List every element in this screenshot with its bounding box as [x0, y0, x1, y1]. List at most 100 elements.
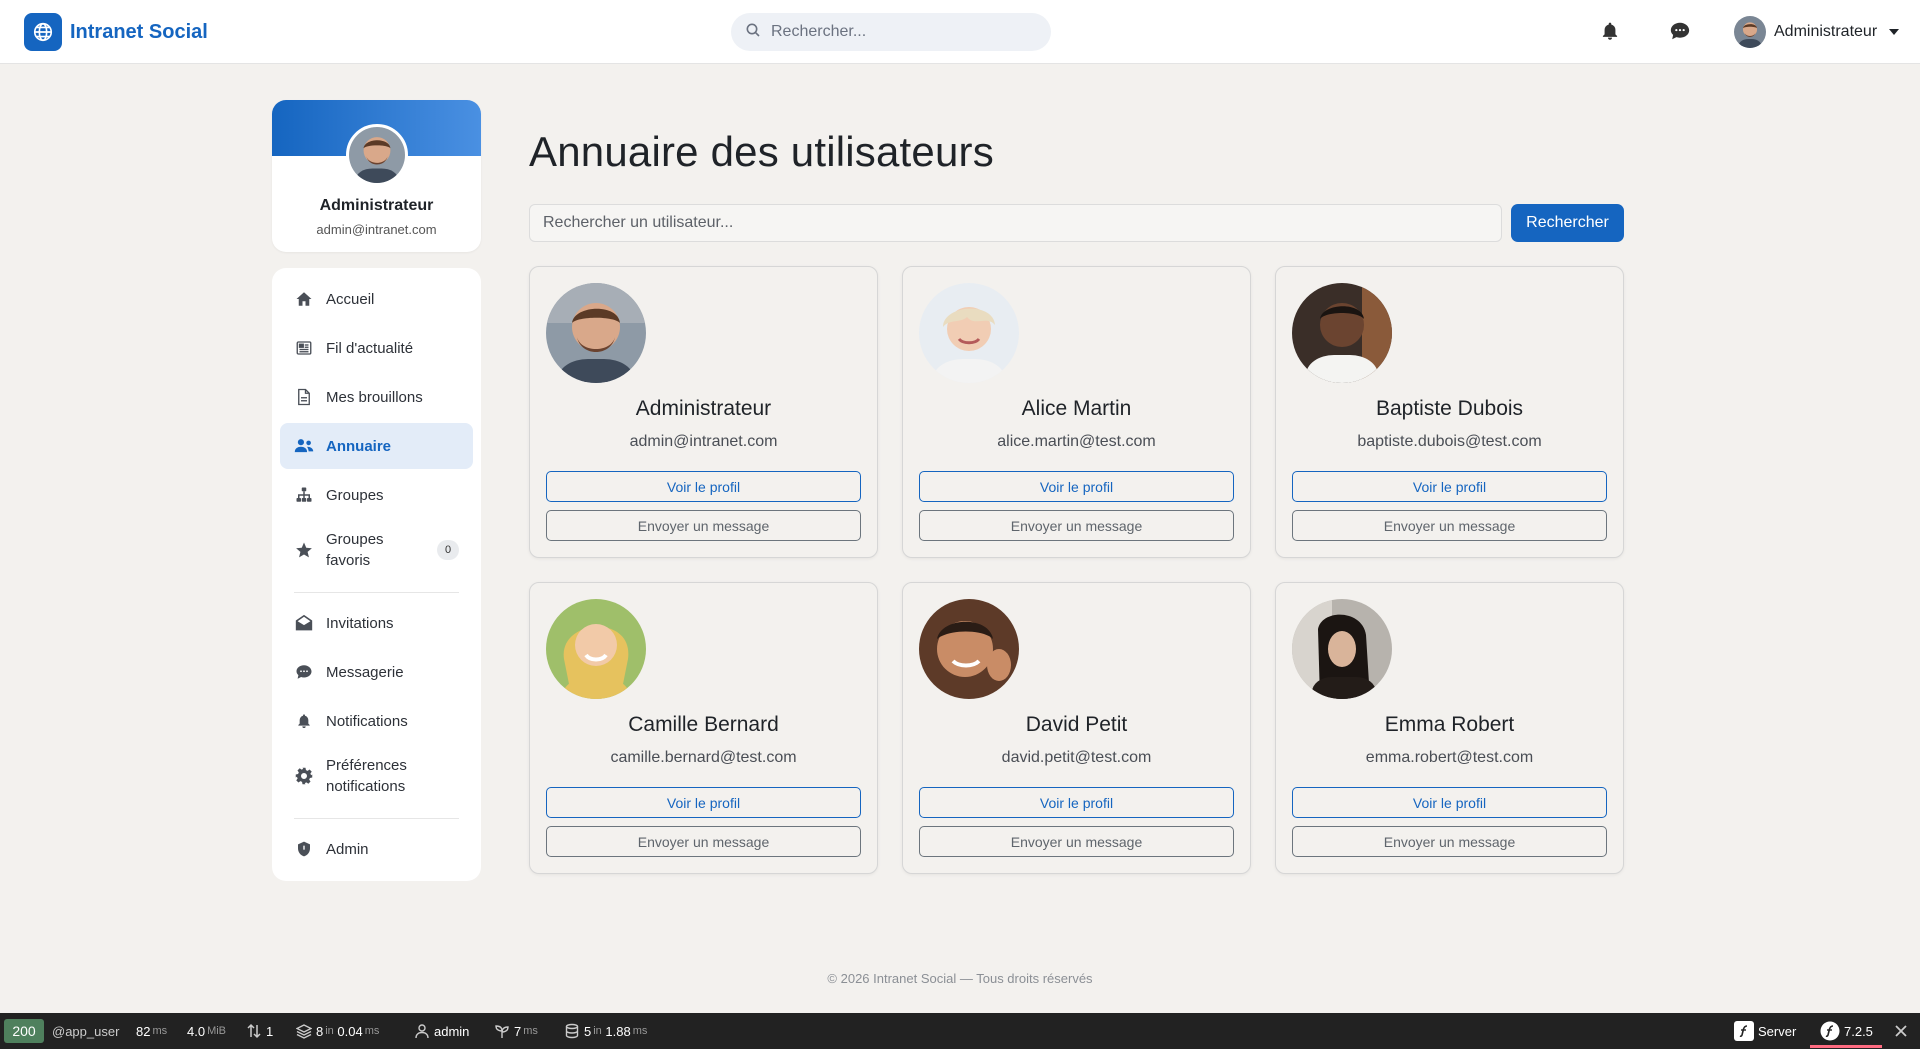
debug-requests[interactable]: 1 [246, 1013, 273, 1049]
close-icon[interactable] [1894, 1013, 1908, 1049]
user-email: camille.bernard@test.com [610, 749, 797, 766]
user-name: Alice Martin [1021, 397, 1132, 420]
sidebar-item-preferences-notifications[interactable]: Préférences notifications [280, 747, 473, 805]
view-profile-button[interactable]: Voir le profil [546, 471, 861, 502]
debug-user[interactable]: admin [414, 1013, 469, 1049]
sidebar-item-annuaire[interactable]: Annuaire [280, 423, 473, 469]
sidebar-item-brouillons[interactable]: Mes brouillons [280, 374, 473, 420]
user-menu-name: Administrateur [1774, 23, 1878, 40]
search-icon [745, 22, 761, 43]
search-button[interactable]: Rechercher [1511, 204, 1624, 242]
star-icon [294, 540, 314, 560]
view-profile-button[interactable]: Voir le profil [1292, 787, 1607, 818]
user-search-form: Rechercher [529, 204, 1624, 242]
user-name: Camille Bernard [628, 713, 779, 736]
global-search-input[interactable] [771, 23, 1031, 41]
debug-version[interactable]: 7.2.5 [1820, 1013, 1873, 1049]
user-card: Camille Bernard camille.bernard@test.com… [529, 582, 878, 874]
user-name: David Petit [1025, 713, 1128, 736]
symfony-icon [1734, 1021, 1754, 1041]
status-badge[interactable]: 200 [4, 1019, 44, 1043]
user-card: Emma Robert emma.robert@test.com Voir le… [1275, 582, 1624, 874]
debug-route[interactable]: @app_user [52, 1013, 119, 1049]
user-email: baptiste.dubois@test.com [1357, 433, 1542, 450]
user-email: alice.martin@test.com [997, 433, 1156, 450]
debug-server[interactable]: Server [1734, 1013, 1796, 1049]
layers-icon [295, 1023, 313, 1039]
user-card: Alice Martin alice.martin@test.com Voir … [902, 266, 1251, 558]
debug-toolbar: 200 @app_user 82 ms 4.0 MiB 1 8 in 0.04 ms a… [0, 1013, 1920, 1049]
sidebar-item-groupes[interactable]: Groupes [280, 472, 473, 518]
send-message-button[interactable]: Envoyer un message [1292, 510, 1607, 541]
debug-time[interactable]: 82 ms [136, 1013, 167, 1049]
arrows-updown-icon [246, 1023, 262, 1039]
favorites-count-badge: 0 [437, 540, 459, 560]
profile-card: Administrateur admin@intranet.com [272, 100, 481, 252]
debug-database[interactable]: 5 in 1.88 ms [564, 1013, 647, 1049]
profile-email: admin@intranet.com [316, 222, 437, 237]
send-message-button[interactable]: Envoyer un message [1292, 826, 1607, 857]
avatar[interactable] [1292, 599, 1392, 699]
sidebar-item-messagerie[interactable]: Messagerie [280, 649, 473, 695]
debug-http[interactable]: 7 ms [494, 1013, 538, 1049]
globe-icon [24, 13, 62, 51]
sprout-icon [494, 1023, 510, 1039]
user-email: emma.robert@test.com [1365, 749, 1534, 766]
send-message-button[interactable]: Envoyer un message [546, 510, 861, 541]
bell-icon [294, 711, 314, 731]
profile-name: Administrateur [319, 197, 434, 214]
debug-version-underline [1810, 1045, 1882, 1048]
debug-memory[interactable]: 4.0 MiB [187, 1013, 226, 1049]
avatar[interactable] [1292, 283, 1392, 383]
avatar[interactable] [346, 124, 408, 186]
view-profile-button[interactable]: Voir le profil [919, 787, 1234, 818]
send-message-button[interactable]: Envoyer un message [919, 510, 1234, 541]
shield-icon [294, 839, 314, 859]
user-email: david.petit@test.com [1001, 749, 1152, 766]
sidebar-item-fil-actualite[interactable]: Fil d'actualité [280, 325, 473, 371]
sidebar-divider [294, 818, 459, 819]
footer: © 2026 Intranet Social — Tous droits rés… [827, 971, 1093, 986]
avatar [1734, 16, 1766, 48]
file-icon [294, 387, 314, 407]
bell-icon[interactable] [1600, 20, 1624, 44]
gear-icon [294, 766, 314, 786]
top-navbar: Intranet Social Administrateur [0, 0, 1920, 64]
user-search-input[interactable] [529, 204, 1502, 242]
view-profile-button[interactable]: Voir le profil [1292, 471, 1607, 502]
sidebar-item-invitations[interactable]: Invitations [280, 600, 473, 646]
send-message-button[interactable]: Envoyer un message [546, 826, 861, 857]
user-card: David Petit david.petit@test.com Voir le… [902, 582, 1251, 874]
chat-icon[interactable] [1669, 20, 1693, 44]
sidebar-item-notifications[interactable]: Notifications [280, 698, 473, 744]
newspaper-icon [294, 338, 314, 358]
sidebar-item-groupes-favoris[interactable]: Groupes favoris 0 [280, 521, 473, 579]
sidebar-item-admin[interactable]: Admin [280, 826, 473, 872]
brand-name: Intranet Social [70, 20, 208, 43]
chat-icon [294, 662, 314, 682]
view-profile-button[interactable]: Voir le profil [919, 471, 1234, 502]
sidebar-divider [294, 592, 459, 593]
debug-twig[interactable]: 8 in 0.04 ms [295, 1013, 379, 1049]
send-message-button[interactable]: Envoyer un message [919, 826, 1234, 857]
brand[interactable]: Intranet Social [24, 13, 208, 51]
global-search[interactable] [731, 13, 1051, 51]
sitemap-icon [294, 485, 314, 505]
users-icon [294, 436, 314, 456]
user-card: Administrateur admin@intranet.com Voir l… [529, 266, 878, 558]
symfony-logo-icon [1820, 1021, 1840, 1041]
database-icon [564, 1023, 580, 1039]
envelope-icon [294, 613, 314, 633]
avatar[interactable] [919, 599, 1019, 699]
avatar[interactable] [546, 599, 646, 699]
user-card: Baptiste Dubois baptiste.dubois@test.com… [1275, 266, 1624, 558]
user-name: Baptiste Dubois [1375, 397, 1524, 420]
home-icon [294, 289, 314, 309]
sidebar: Accueil Fil d'actualité Mes brouillons A… [272, 268, 481, 881]
user-menu[interactable]: Administrateur [1734, 16, 1900, 48]
view-profile-button[interactable]: Voir le profil [546, 787, 861, 818]
sidebar-item-accueil[interactable]: Accueil [280, 276, 473, 322]
user-email: admin@intranet.com [629, 433, 778, 450]
avatar[interactable] [919, 283, 1019, 383]
avatar[interactable] [546, 283, 646, 383]
